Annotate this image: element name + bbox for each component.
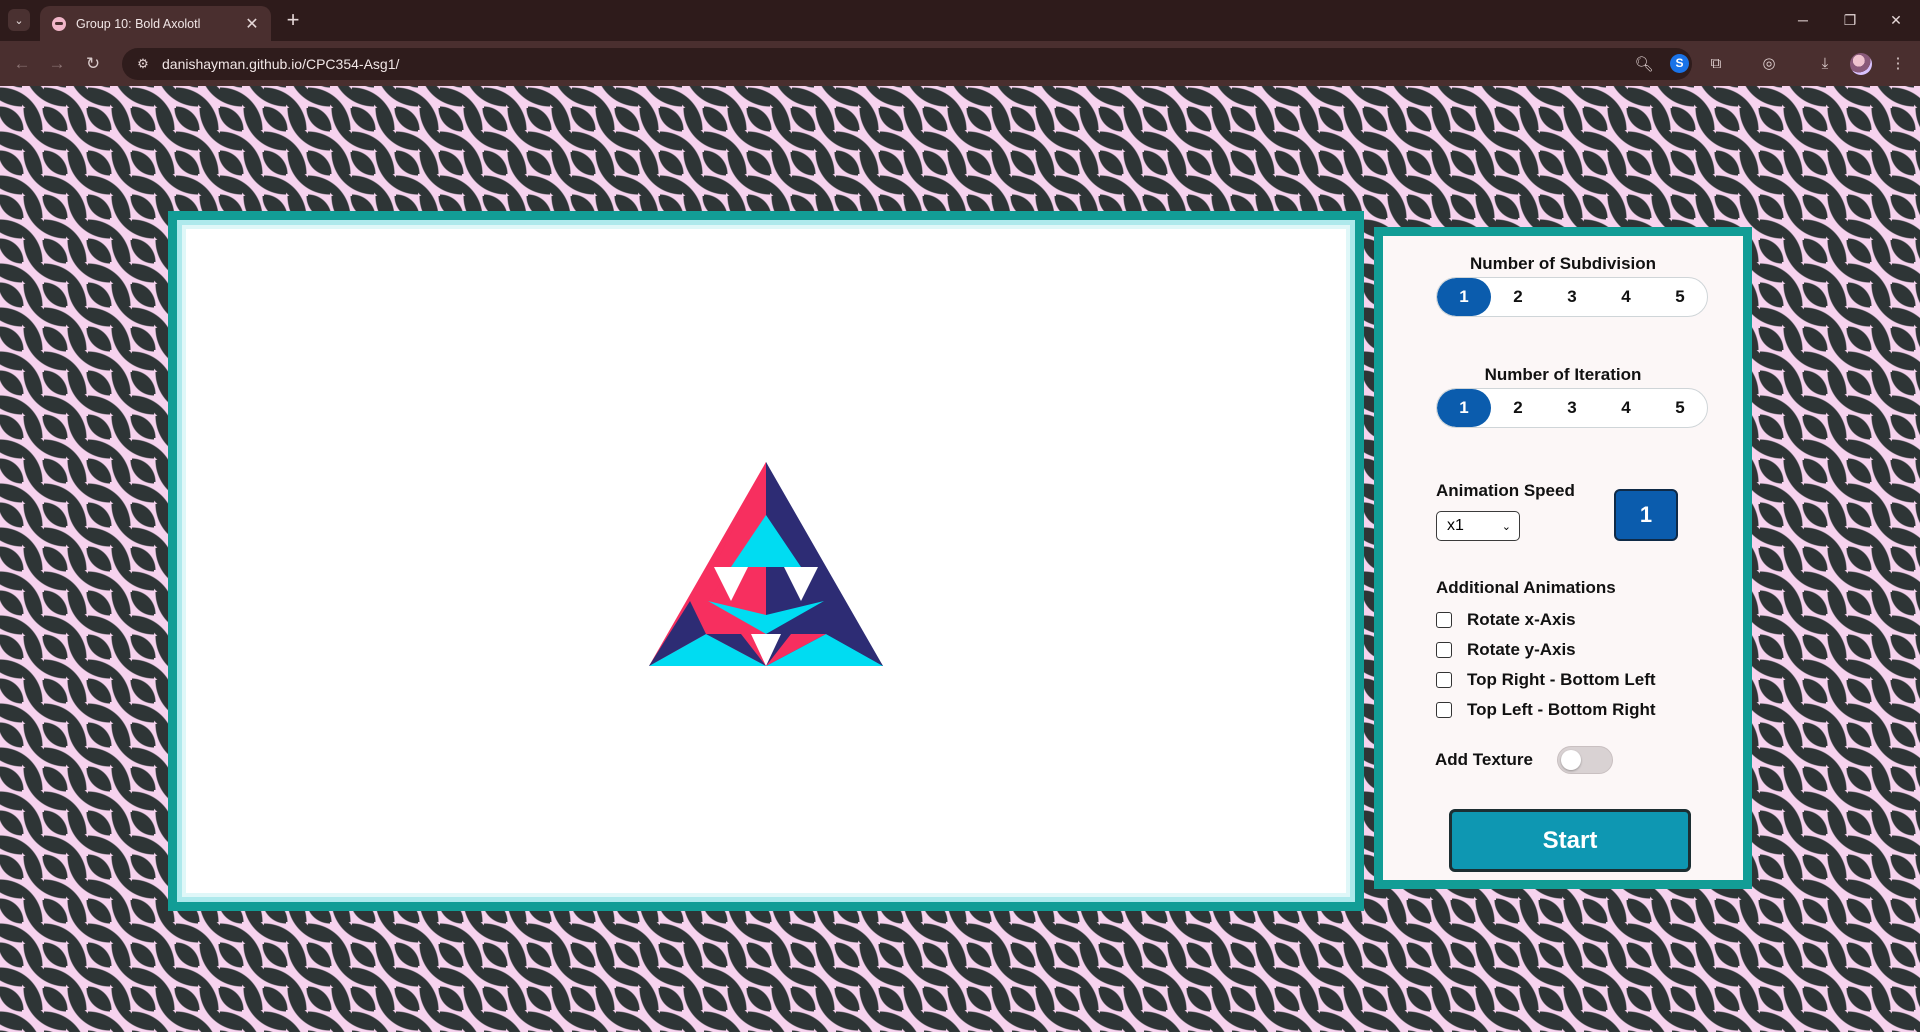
iteration-option-3[interactable]: 3 — [1545, 389, 1599, 427]
iteration-selector: 1 2 3 4 5 — [1436, 388, 1708, 428]
axolotl-favicon-icon — [52, 16, 66, 31]
add-texture-toggle[interactable] — [1557, 746, 1613, 774]
forward-arrow-icon[interactable]: → — [44, 51, 70, 77]
toggle-knob — [1561, 750, 1581, 770]
shazam-extension-icon[interactable]: S — [1670, 54, 1689, 73]
subdivision-option-4[interactable]: 4 — [1599, 278, 1653, 316]
start-button[interactable]: Start — [1449, 809, 1691, 872]
browser-toolbar: ← → ↻ ⚙ danishayman.github.io/CPC354-Asg… — [0, 41, 1920, 86]
browser-tab-bar: ⌄ Group 10: Bold Axolotl ✕ + ─ ❐ ✕ — [0, 0, 1920, 41]
new-tab-button[interactable]: + — [281, 8, 305, 32]
chevron-down-icon: ⌄ — [1501, 520, 1511, 533]
speed-select-value: x1 — [1447, 517, 1464, 534]
subdivision-option-5[interactable]: 5 — [1653, 278, 1707, 316]
control-panel: Number of Subdivision 1 2 3 4 5 Number o… — [1374, 227, 1752, 889]
reload-icon[interactable]: ↻ — [80, 51, 106, 77]
subdivision-selector: 1 2 3 4 5 — [1436, 277, 1708, 317]
iteration-option-1[interactable]: 1 — [1437, 389, 1491, 427]
screenshot-icon[interactable]: ◎ — [1757, 52, 1781, 76]
iteration-option-5[interactable]: 5 — [1653, 389, 1707, 427]
rotate-x-label: Rotate x-Axis — [1467, 610, 1576, 629]
speed-value-badge: 1 — [1614, 489, 1678, 541]
top-right-bottom-left-label: Top Right - Bottom Left — [1467, 670, 1656, 689]
subdivision-option-1[interactable]: 1 — [1437, 278, 1491, 316]
page-background: Number of Subdivision 1 2 3 4 5 Number o… — [0, 86, 1920, 1032]
top-left-bottom-right-label: Top Left - Bottom Right — [1467, 700, 1656, 719]
address-bar[interactable]: ⚙ danishayman.github.io/CPC354-Asg1/ 🔍︎ … — [122, 48, 1692, 80]
iteration-option-4[interactable]: 4 — [1599, 389, 1653, 427]
subdivision-option-3[interactable]: 3 — [1545, 278, 1599, 316]
top-right-bottom-left-checkbox[interactable] — [1436, 672, 1452, 688]
add-texture-label: Add Texture — [1435, 750, 1533, 769]
rotate-y-checkbox[interactable] — [1436, 642, 1452, 658]
iteration-title: Number of Iteration — [1484, 365, 1642, 384]
extensions-puzzle-icon[interactable]: ⧉ — [1704, 52, 1728, 76]
tab-title: Group 10: Bold Axolotl — [76, 16, 201, 31]
site-info-icon[interactable]: ⚙ — [128, 52, 158, 76]
back-arrow-icon[interactable]: ← — [9, 51, 35, 77]
tab-close-icon[interactable]: ✕ — [241, 14, 263, 34]
top-left-bottom-right-checkbox[interactable] — [1436, 702, 1452, 718]
rotate-x-option[interactable]: Rotate x-Axis — [1436, 610, 1576, 630]
window-close-icon[interactable]: ✕ — [1876, 8, 1916, 32]
profile-avatar[interactable] — [1850, 53, 1872, 75]
webgl-canvas-frame — [168, 211, 1364, 911]
menu-kebab-icon[interactable]: ⋮ — [1886, 52, 1910, 76]
rotate-x-checkbox[interactable] — [1436, 612, 1452, 628]
sierpinski-gasket — [649, 462, 883, 666]
download-icon[interactable]: ⤓ — [1813, 52, 1837, 76]
iteration-option-2[interactable]: 2 — [1491, 389, 1545, 427]
rotate-y-option[interactable]: Rotate y-Axis — [1436, 640, 1576, 660]
webgl-canvas[interactable] — [182, 225, 1350, 897]
subdivision-title: Number of Subdivision — [1469, 254, 1657, 273]
url-text[interactable]: danishayman.github.io/CPC354-Asg1/ — [162, 56, 1628, 72]
minimize-icon[interactable]: ─ — [1783, 8, 1823, 32]
animation-speed-select[interactable]: x1 ⌄ — [1436, 511, 1520, 541]
top-right-bottom-left-option[interactable]: Top Right - Bottom Left — [1436, 670, 1656, 690]
tab-list-chevron-icon[interactable]: ⌄ — [8, 9, 30, 31]
zoom-icon[interactable]: 🔍︎ — [1628, 55, 1660, 73]
restore-icon[interactable]: ❐ — [1830, 8, 1870, 32]
top-left-bottom-right-option[interactable]: Top Left - Bottom Right — [1436, 700, 1656, 720]
browser-tab[interactable]: Group 10: Bold Axolotl ✕ — [40, 6, 271, 41]
additional-animations-title: Additional Animations — [1436, 578, 1616, 597]
animation-speed-label: Animation Speed — [1436, 481, 1575, 500]
subdivision-option-2[interactable]: 2 — [1491, 278, 1545, 316]
rotate-y-label: Rotate y-Axis — [1467, 640, 1576, 659]
